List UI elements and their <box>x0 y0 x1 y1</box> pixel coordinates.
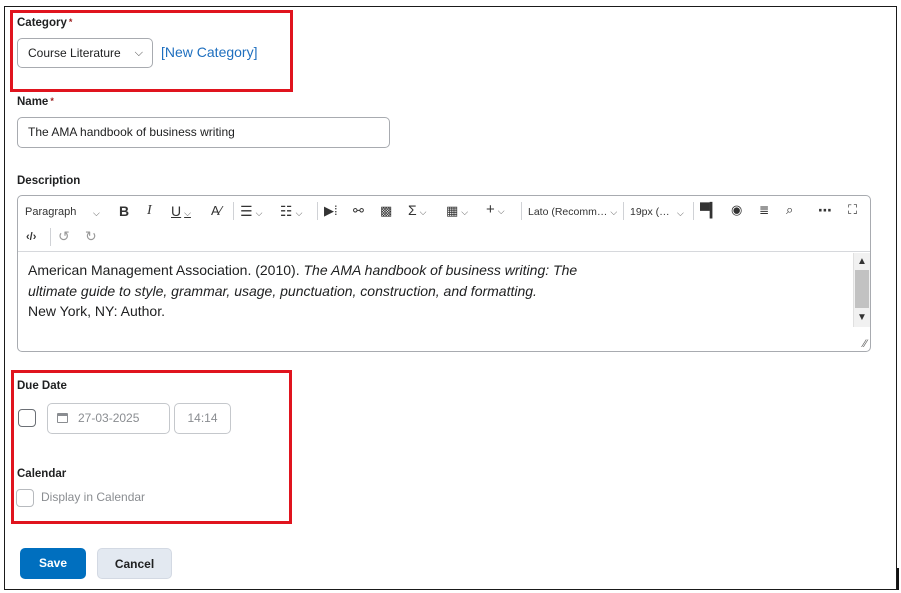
window-edge <box>897 568 899 590</box>
font-family-select[interactable]: Lato (Recomm… ⌵ <box>528 203 617 221</box>
citation-line-2: ultimate guide to style, grammar, usage,… <box>28 282 537 299</box>
name-label: Name * <box>17 96 54 108</box>
source-code-icon[interactable]: ‹/› <box>26 228 36 246</box>
media-icon[interactable]: ▶⁞ <box>324 202 338 220</box>
toolbar-divider <box>233 202 234 220</box>
editor-scrollbar[interactable]: ▲ ▼ <box>853 253 870 327</box>
scroll-up-icon[interactable]: ▲ <box>854 254 870 270</box>
citation-line-3: New York, NY: Author. <box>28 303 165 319</box>
citation-line-1: American Management Association. (2010).… <box>28 262 578 278</box>
link-icon[interactable]: ⚯ <box>353 202 364 220</box>
sigma-icon[interactable]: Σ ⌵ <box>408 201 426 221</box>
bold-icon[interactable]: B <box>119 202 129 220</box>
word-count-icon[interactable]: ≣ <box>759 201 769 219</box>
chevron-down-icon[interactable]: ⌵ <box>674 203 684 222</box>
underline-icon[interactable]: U ⌵ <box>171 202 191 222</box>
table-icon[interactable]: ▦ ⌵ <box>446 202 468 221</box>
fullscreen-icon[interactable]: ⛶ <box>848 201 857 219</box>
preview-icon[interactable]: ⌕ <box>786 201 793 219</box>
format-painter-icon[interactable]: ▀▎ <box>700 201 721 219</box>
cancel-button[interactable]: Cancel <box>97 548 172 579</box>
chevron-down-icon[interactable]: ⌵ <box>90 203 100 222</box>
paragraph-format-select[interactable]: Paragraph <box>25 203 76 221</box>
highlight-due-date-calendar <box>11 370 292 524</box>
toolbar-divider <box>693 202 694 220</box>
accessibility-icon[interactable]: ◉ <box>731 201 742 219</box>
required-mark: * <box>50 96 54 106</box>
name-input[interactable]: The AMA handbook of business writing <box>17 117 390 148</box>
toolbar-divider <box>623 202 624 220</box>
plus-icon[interactable]: + ⌵ <box>486 201 505 220</box>
resize-handle-icon[interactable]: ⁄⁄ <box>863 338 867 350</box>
spellcheck-icon[interactable]: A∕ <box>211 202 222 220</box>
scroll-down-icon[interactable]: ▼ <box>854 310 870 326</box>
redo-icon[interactable]: ↻ <box>85 227 97 245</box>
toolbar-divider <box>50 228 51 246</box>
editor-content[interactable]: American Management Association. (2010).… <box>28 260 848 322</box>
toolbar-divider <box>317 202 318 220</box>
more-icon[interactable]: ⋯ <box>818 201 832 219</box>
editor-toolbar: Paragraph ⌵ B I U ⌵ A∕ ☰ ⌵ ☷ ⌵ ▶⁞ ⚯ ▩ Σ ⌵ ▦ ⌵… <box>18 196 870 252</box>
italic-icon[interactable]: I <box>147 202 152 220</box>
description-label: Description <box>17 175 81 187</box>
list-icon[interactable]: ☷ ⌵ <box>280 202 302 222</box>
highlight-category <box>10 10 293 92</box>
align-icon[interactable]: ☰ ⌵ <box>240 202 262 222</box>
toolbar-divider <box>521 202 522 220</box>
font-size-select[interactable]: 19px (… <box>630 203 670 221</box>
save-button[interactable]: Save <box>20 548 86 579</box>
description-editor[interactable]: Paragraph ⌵ B I U ⌵ A∕ ☰ ⌵ ☷ ⌵ ▶⁞ ⚯ ▩ Σ ⌵ ▦ ⌵… <box>17 195 871 352</box>
undo-icon[interactable]: ↺ <box>58 227 70 245</box>
image-icon[interactable]: ▩ <box>380 202 392 220</box>
scrollbar-thumb[interactable] <box>855 270 869 308</box>
